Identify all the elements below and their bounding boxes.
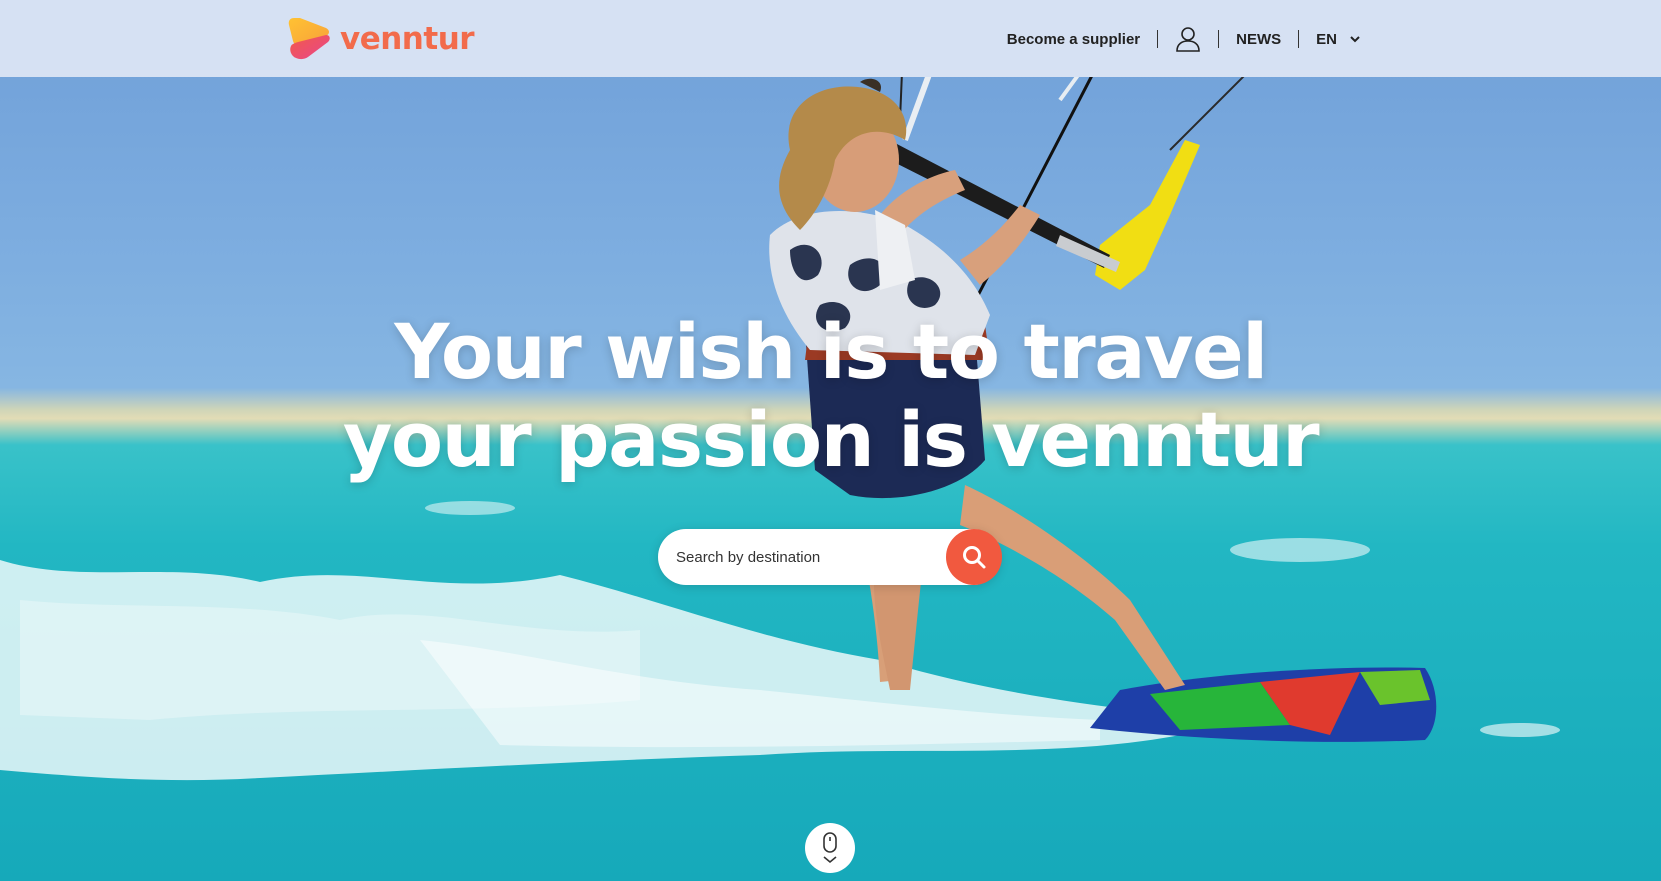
search-button[interactable]	[946, 529, 1002, 585]
site-header: venntur Become a supplier NEWS EN	[0, 0, 1661, 77]
language-label: EN	[1316, 30, 1337, 48]
user-icon[interactable]	[1175, 26, 1201, 52]
mouse-scroll-icon	[823, 832, 837, 864]
language-selector[interactable]: EN	[1316, 31, 1361, 48]
hero-headline: Your wish is to travel your passion is v…	[0, 308, 1661, 484]
nav-divider	[1157, 30, 1159, 48]
brand-logo[interactable]: venntur	[288, 16, 475, 62]
nav-divider	[1298, 30, 1300, 48]
search-icon	[963, 546, 986, 569]
news-link[interactable]: NEWS	[1236, 31, 1281, 48]
headline-line-2: your passion is venntur	[342, 395, 1320, 484]
logo-wordmark: venntur	[340, 21, 475, 57]
nav-divider	[1218, 30, 1220, 48]
scroll-down-button[interactable]	[805, 823, 855, 873]
headline-line-1: Your wish is to travel	[394, 307, 1268, 396]
logo-icon	[288, 18, 330, 60]
header-nav: Become a supplier NEWS EN	[1007, 22, 1361, 56]
chevron-down-icon	[1350, 36, 1360, 43]
become-supplier-link[interactable]: Become a supplier	[1007, 31, 1140, 48]
destination-search	[658, 529, 1002, 585]
search-input[interactable]	[658, 529, 946, 585]
